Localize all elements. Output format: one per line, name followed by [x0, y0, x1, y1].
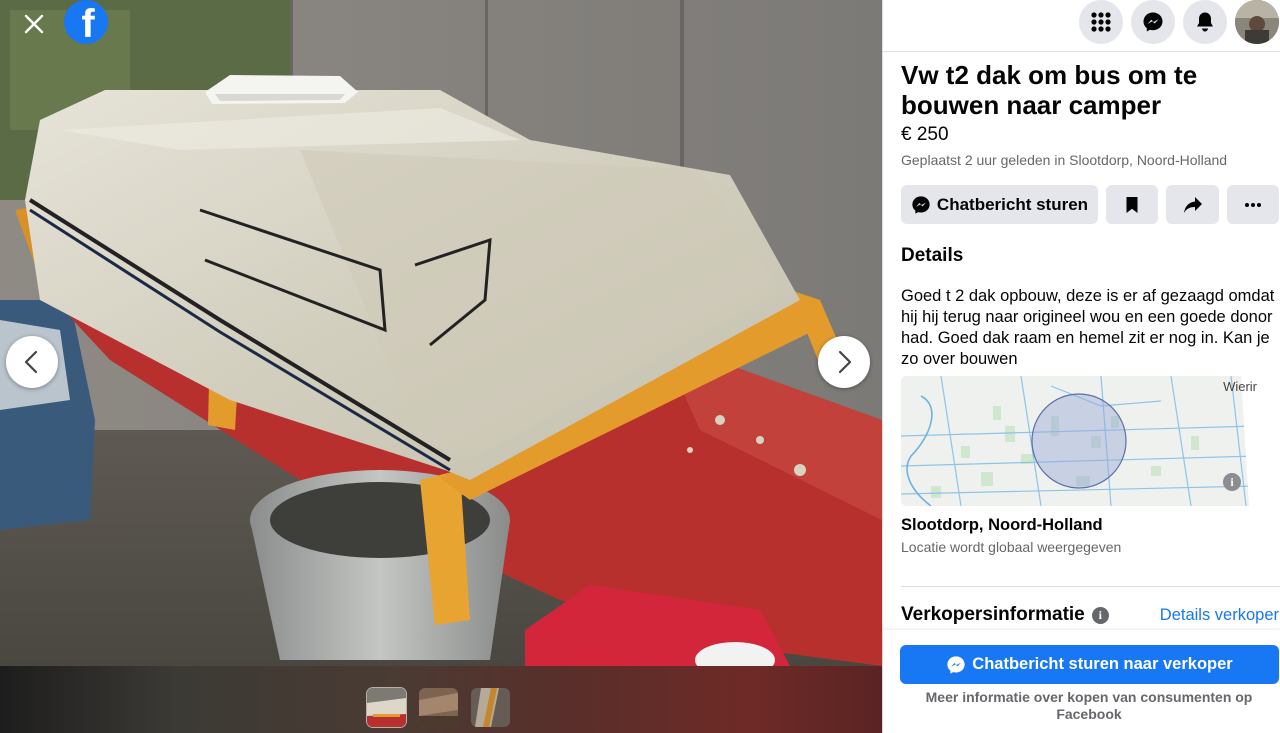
messenger-button[interactable] [1131, 0, 1175, 44]
share-arrow-icon [1183, 196, 1202, 213]
message-seller-label: Chatbericht sturen naar verkoper [972, 655, 1233, 673]
seller-info-heading: Verkopersinformatie i [901, 604, 1109, 626]
close-viewer-button[interactable] [16, 6, 52, 42]
close-icon [24, 14, 44, 34]
message-seller-button[interactable]: Chatbericht sturen naar verkoper [900, 645, 1279, 684]
listing-panel: Vw t2 dak om bus om te bouwen naar campe… [882, 0, 1280, 733]
location-map[interactable]: Wierir i [901, 376, 1257, 506]
save-button[interactable] [1106, 185, 1158, 224]
thumbnail-1[interactable] [367, 688, 406, 727]
section-divider [901, 586, 1280, 587]
map-place-label: Wierir [1223, 379, 1257, 394]
info-icon[interactable]: i [1091, 606, 1109, 624]
messenger-icon [912, 195, 930, 214]
map-graphic [901, 376, 1257, 506]
send-message-label: Chatbericht sturen [936, 194, 1089, 214]
bell-icon [1197, 12, 1213, 32]
seller-info-heading-text: Verkopersinformatie [901, 604, 1085, 625]
marketplace-listing-view: f Vw t2 dak om bus om te bouwen naar cam… [0, 0, 1280, 733]
thumbnail-strip [0, 666, 882, 733]
messenger-icon [1143, 12, 1163, 32]
top-bar [883, 0, 1280, 52]
chevron-right-icon [838, 350, 852, 374]
more-dots-icon [1245, 202, 1261, 207]
menu-button[interactable] [1079, 0, 1123, 44]
thumbnail-3[interactable] [471, 688, 510, 727]
listing-title: Vw t2 dak om bus om te bouwen naar campe… [901, 60, 1198, 120]
photo-viewer: f [0, 0, 882, 733]
consumer-purchase-info-link[interactable]: Meer informatie over kopen van consument… [913, 689, 1265, 723]
location-note: Locatie wordt globaal weergegeven [901, 539, 1122, 555]
listing-price: € 250 [901, 124, 949, 145]
bookmark-icon [1126, 196, 1138, 213]
details-heading: Details [901, 245, 964, 266]
share-button[interactable] [1166, 185, 1219, 224]
profile-avatar[interactable] [1235, 0, 1279, 44]
listing-meta: Geplaatst 2 uur geleden in Slootdorp, No… [901, 152, 1228, 168]
grid-menu-icon [1091, 12, 1111, 32]
listing-content: Vw t2 dak om bus om te bouwen naar campe… [901, 60, 1280, 625]
notifications-button[interactable] [1183, 0, 1227, 44]
map-info-icon[interactable]: i [1223, 473, 1241, 491]
action-row: Chatbericht sturen [901, 185, 1280, 225]
listing-description: Goed t 2 dak opbouw, deze is er af gezaa… [901, 287, 1275, 368]
bottom-action-area: Chatbericht sturen naar verkoper Meer in… [883, 630, 1280, 733]
next-photo-button[interactable] [818, 336, 870, 388]
messenger-icon [947, 655, 965, 674]
facebook-logo[interactable]: f [64, 0, 108, 44]
chevron-left-icon [24, 350, 38, 374]
listing-photo [0, 0, 882, 666]
more-options-button[interactable] [1227, 185, 1279, 224]
location-name: Slootdorp, Noord-Holland [901, 516, 1103, 534]
send-message-button[interactable]: Chatbericht sturen [901, 185, 1098, 224]
seller-details-link[interactable]: Details verkoper [1160, 606, 1279, 625]
previous-photo-button[interactable] [6, 336, 58, 388]
thumbnail-2[interactable] [419, 688, 458, 727]
